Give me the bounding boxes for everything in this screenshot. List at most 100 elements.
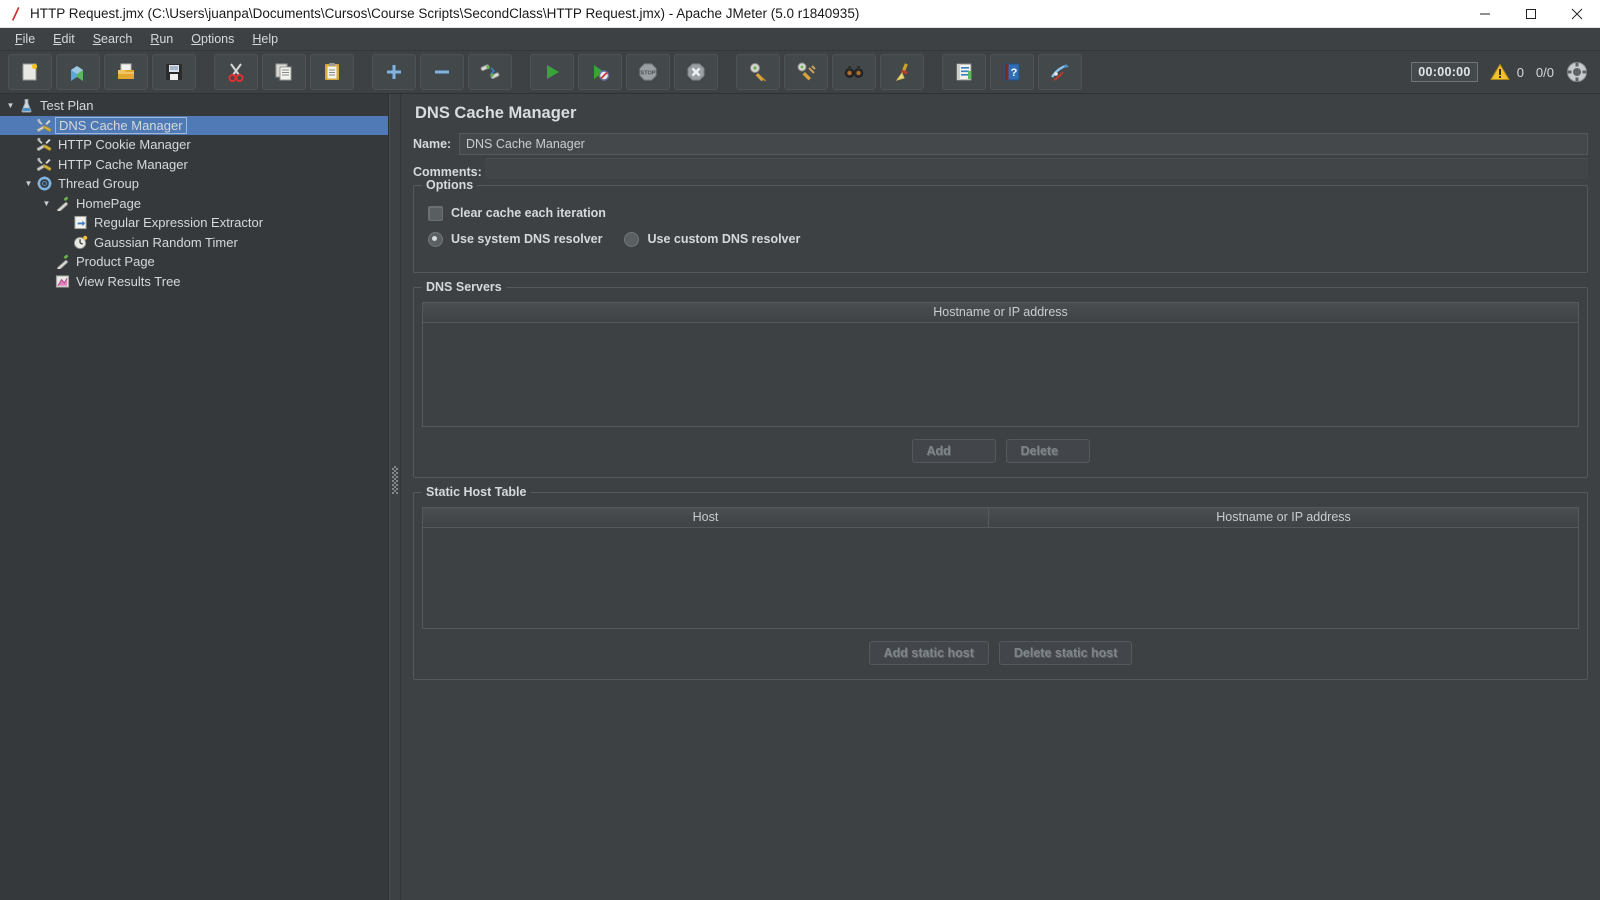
open-button[interactable] <box>104 54 148 90</box>
collapse-icon <box>435 70 449 74</box>
timer-icon <box>71 235 89 250</box>
sampler-icon <box>53 254 71 270</box>
clear-all-icon <box>797 62 816 81</box>
expand-toggle-icon[interactable]: ▼ <box>40 199 53 208</box>
warning-count: 0 <box>1516 64 1524 80</box>
name-input[interactable]: DNS Cache Manager <box>459 133 1588 155</box>
search-button[interactable] <box>832 54 876 90</box>
post-processor-icon <box>71 215 89 230</box>
minimize-button[interactable] <box>1462 0 1508 27</box>
clear-cache-label: Clear cache each iteration <box>451 206 606 220</box>
splitter-grip[interactable] <box>392 466 398 494</box>
toggle-button[interactable] <box>468 54 512 90</box>
stop-button[interactable]: STOP <box>626 54 670 90</box>
tree-node-product-page[interactable]: Product Page <box>0 252 388 272</box>
shutdown-button[interactable] <box>674 54 718 90</box>
add-static-host-button[interactable]: Add static host <box>868 641 989 665</box>
new-button[interactable] <box>8 54 52 90</box>
tree-node-dns-cache-manager[interactable]: DNS Cache Manager <box>0 115 388 135</box>
tree-node-homepage[interactable]: ▼ HomePage <box>0 194 388 214</box>
function-helper-button[interactable] <box>942 54 986 90</box>
menu-search-mnemonic: S <box>92 32 102 46</box>
menu-edit-mnemonic: E <box>53 32 62 46</box>
tree-node-label: Regular Expression Extractor <box>94 215 264 231</box>
start-button[interactable] <box>530 54 574 90</box>
cut-button[interactable] <box>214 54 258 90</box>
use-system-dns-resolver-radio[interactable] <box>428 231 443 247</box>
close-button[interactable] <box>1554 0 1600 27</box>
tree-node-gaussian-random-timer[interactable]: Gaussian Random Timer <box>0 233 388 253</box>
templates-button[interactable] <box>56 54 100 90</box>
menu-options-mnemonic: O <box>191 32 201 46</box>
copy-button[interactable] <box>262 54 306 90</box>
undo-redo-icon <box>1051 64 1069 81</box>
maximize-button[interactable] <box>1508 0 1554 27</box>
options-group: Options Clear cache each iteration Use s… <box>413 178 1588 273</box>
test-plan-tree[interactable]: ▼ Test Plan DNS Cache Manager HTTP Cookie M… <box>0 94 389 900</box>
cut-icon <box>228 63 244 82</box>
paste-button[interactable] <box>310 54 354 90</box>
tree-node-http-cookie-manager[interactable]: HTTP Cookie Manager <box>0 135 388 155</box>
comments-input[interactable] <box>485 158 1588 179</box>
menu-file-mnemonic: F <box>15 32 23 46</box>
dns-servers-table[interactable]: Hostname or IP address <box>422 302 1579 427</box>
use-custom-dns-resolver-radio[interactable] <box>624 231 640 247</box>
start-icon <box>547 65 559 79</box>
new-icon <box>22 63 38 81</box>
static-host-table[interactable]: Host Hostname or IP address <box>422 507 1579 629</box>
tree-node-http-cache-manager[interactable]: HTTP Cache Manager <box>0 155 388 175</box>
dns-servers-col-hostname: Hostname or IP address <box>933 305 1068 319</box>
toolbar-status-area: 00:00:00 0 0/0 <box>1411 61 1588 83</box>
help-button[interactable]: ? <box>990 54 1034 90</box>
sampler-icon <box>53 196 71 211</box>
clear-button[interactable] <box>736 54 780 90</box>
reset-search-icon <box>895 63 908 81</box>
menu-run-rest: un <box>159 32 174 46</box>
static-host-table-header: Host Hostname or IP address <box>423 508 1578 528</box>
clear-all-button[interactable] <box>784 54 828 90</box>
jmeter-logo-icon <box>0 6 30 22</box>
save-icon <box>166 64 182 80</box>
page-title: DNS Cache Manager <box>415 104 577 122</box>
config-element-icon <box>35 118 53 133</box>
dns-servers-table-body[interactable] <box>423 323 1578 426</box>
panel-splitter[interactable] <box>389 94 401 900</box>
menu-run[interactable]: Run <box>141 30 182 48</box>
tree-node-test-plan[interactable]: ▼ Test Plan <box>0 96 388 116</box>
start-no-pauses-button[interactable] <box>578 54 622 90</box>
active-threads-count: 0/0 <box>1535 64 1554 80</box>
static-host-table-body[interactable] <box>423 528 1578 628</box>
delete-static-host-button[interactable]: Delete static host <box>998 641 1133 665</box>
tree-node-label: Product Page <box>76 254 155 270</box>
save-button[interactable] <box>152 54 196 90</box>
static-host-col-hostname: Hostname or IP address <box>1216 510 1351 524</box>
dns-servers-group: DNS Servers Hostname or IP address Add D… <box>413 280 1588 478</box>
search-icon <box>844 66 864 78</box>
expand-toggle-icon[interactable]: ▼ <box>22 179 35 188</box>
use-custom-dns-resolver-label: Use custom DNS resolver <box>647 232 801 246</box>
expand-icon <box>387 65 401 79</box>
menu-edit[interactable]: Edit <box>44 30 84 48</box>
delete-dns-server-button[interactable]: Delete <box>1005 439 1090 463</box>
clear-cache-checkbox[interactable] <box>428 205 443 221</box>
menu-help[interactable]: Help <box>243 30 287 48</box>
expand-toggle-icon[interactable]: ▼ <box>4 101 17 110</box>
menu-file[interactable]: File <box>6 30 44 48</box>
tree-node-regular-expression-extractor[interactable]: Regular Expression Extractor <box>0 213 388 233</box>
resolver-radio-row: Use system DNS resolver Use custom DNS r… <box>422 226 1579 252</box>
tree-node-thread-group[interactable]: ▼ Thread Group <box>0 174 388 194</box>
menu-search[interactable]: Search <box>84 30 142 48</box>
name-label: Name: <box>413 137 452 151</box>
undo-redo-button[interactable] <box>1038 54 1082 90</box>
elapsed-timer: 00:00:00 <box>1411 62 1478 82</box>
reset-search-button[interactable] <box>880 54 924 90</box>
expand-all-button[interactable] <box>372 54 416 90</box>
function-helper-icon <box>956 63 972 81</box>
menu-help-rest: elp <box>261 32 279 46</box>
collapse-all-button[interactable] <box>420 54 464 90</box>
add-dns-server-button[interactable]: Add <box>911 439 996 463</box>
static-host-col-host: Host <box>423 508 989 527</box>
clear-cache-row[interactable]: Clear cache each iteration <box>422 200 1579 226</box>
menu-options[interactable]: Options <box>182 30 243 48</box>
tree-node-view-results-tree[interactable]: View Results Tree <box>0 272 388 292</box>
